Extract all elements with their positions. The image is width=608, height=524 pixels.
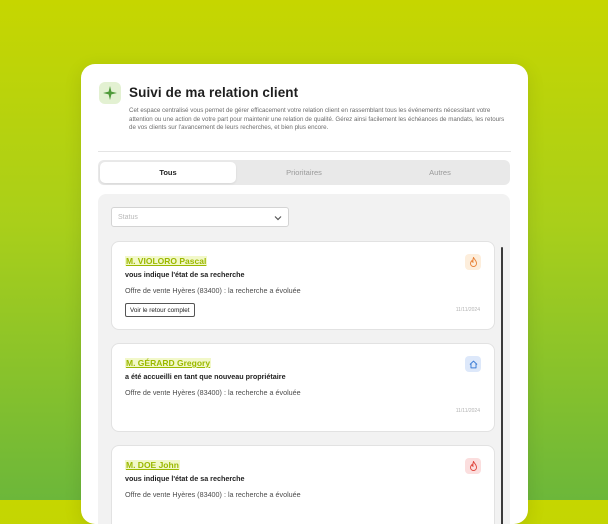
event-subtitle: vous indique l'état de sa recherche [125, 474, 245, 483]
event-card[interactable]: M. DOE John vous indique l'état de sa re… [111, 445, 495, 524]
client-name-link[interactable]: M. DOE John [125, 460, 180, 470]
events-list-area: Status M. VIOLORO Pascal vous indique l'… [98, 194, 510, 524]
home-icon [465, 356, 481, 372]
tab-autres[interactable]: Autres [372, 162, 508, 183]
event-detail: Offre de vente Hyères (83400) : la reche… [125, 286, 301, 295]
sparkle-icon [99, 82, 121, 104]
event-subtitle: vous indique l'état de sa recherche [125, 270, 245, 279]
scrollbar[interactable] [501, 247, 503, 524]
flame-icon [465, 458, 481, 474]
event-card[interactable]: M. GÉRARD Gregory a été accueilli en tan… [111, 343, 495, 432]
divider [98, 151, 511, 152]
event-subtitle: a été accueilli en tant que nouveau prop… [125, 372, 286, 381]
flame-icon [465, 254, 481, 270]
status-select[interactable]: Status [111, 207, 289, 227]
event-detail: Offre de vente Hyères (83400) : la reche… [125, 490, 301, 499]
event-date: 11/11/2024 [455, 307, 480, 313]
client-name-link[interactable]: M. VIOLORO Pascal [125, 256, 208, 266]
page-title: Suivi de ma relation client [129, 85, 299, 100]
tab-bar: Tous Prioritaires Autres [98, 160, 510, 185]
event-card[interactable]: M. VIOLORO Pascal vous indique l'état de… [111, 241, 495, 330]
status-select-placeholder: Status [118, 213, 138, 221]
tab-prioritaires[interactable]: Prioritaires [236, 162, 372, 183]
tab-tous[interactable]: Tous [100, 162, 236, 183]
event-date: 11/11/2024 [455, 408, 480, 414]
client-name-link[interactable]: M. GÉRARD Gregory [125, 358, 212, 368]
page-description: Cet espace centralisé vous permet de gér… [129, 107, 505, 131]
chevron-down-icon [274, 208, 282, 226]
event-detail: Offre de vente Hyères (83400) : la reche… [125, 388, 301, 397]
client-relation-panel: Suivi de ma relation client Cet espace c… [81, 64, 528, 524]
view-feedback-button[interactable]: Voir le retour complet [125, 303, 195, 317]
